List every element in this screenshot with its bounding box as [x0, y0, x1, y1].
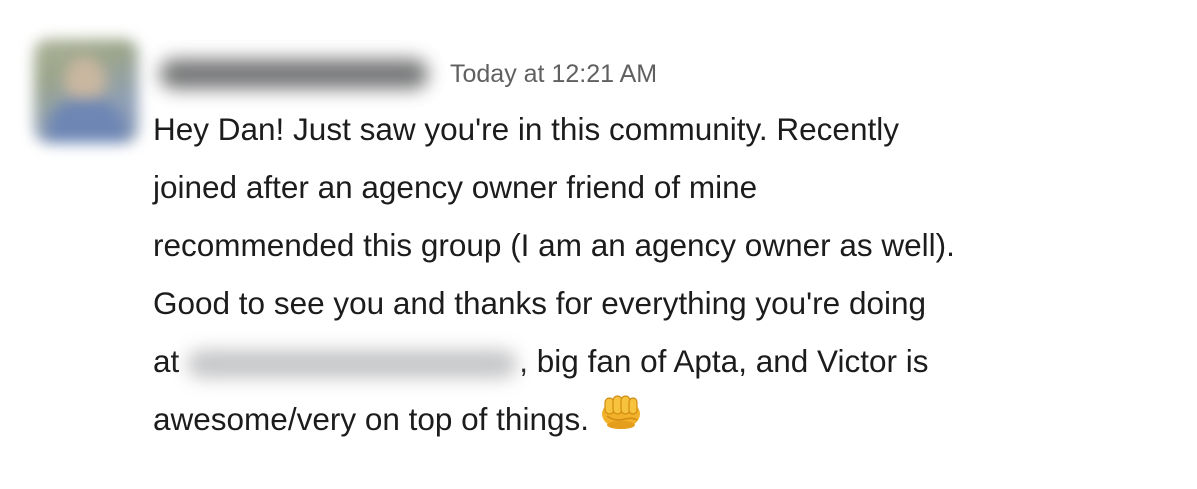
sender-name-redacted[interactable] — [160, 59, 428, 89]
avatar-shirt — [48, 99, 124, 143]
message-line: joined after an agency owner friend of m… — [153, 169, 758, 205]
message-line-start: at — [153, 343, 180, 379]
chat-message: Today at 12:21 AM Hey Dan! Just saw you'… — [0, 0, 1197, 489]
message-line: Good to see you and thanks for everythin… — [153, 285, 927, 321]
message-line: Hey Dan! Just saw you're in this communi… — [153, 111, 899, 147]
message-timestamp[interactable]: Today at 12:21 AM — [450, 60, 657, 89]
avatar-face — [64, 57, 106, 103]
oncoming-fist-icon — [599, 390, 643, 448]
message-line: awesome/very on top of things. — [153, 390, 1183, 451]
message-body: Hey Dan! Just saw you're in this communi… — [153, 100, 1183, 451]
message-line-final: awesome/very on top of things. — [153, 401, 589, 437]
message-line: recommended this group (I am an agency o… — [153, 227, 955, 263]
message-line-end: , big fan of Apta, and Victor is — [519, 343, 929, 379]
redacted-company-name — [187, 349, 518, 378]
message-header: Today at 12:21 AM — [160, 52, 657, 96]
avatar[interactable] — [34, 39, 138, 143]
message-line: at , big fan of Apta, and Victor is — [153, 332, 1183, 390]
